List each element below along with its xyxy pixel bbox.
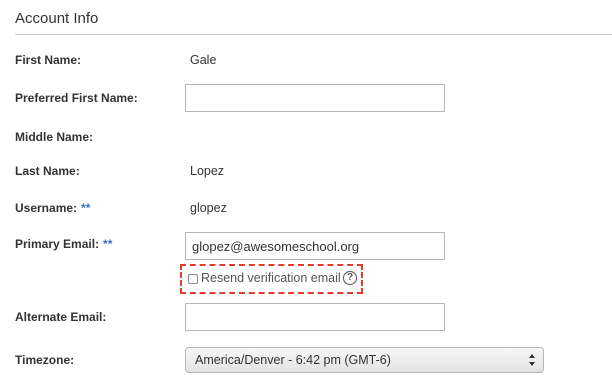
section-divider bbox=[15, 34, 612, 35]
first-name-value: Gale bbox=[190, 53, 217, 67]
preferred-first-name-label: Preferred First Name: bbox=[15, 91, 138, 105]
username-value: glopez bbox=[190, 201, 227, 215]
timezone-selected-value: America/Denver - 6:42 pm (GMT-6) bbox=[195, 353, 391, 367]
resend-verification-label[interactable]: Resend verification email bbox=[201, 271, 341, 285]
resend-verification-checkbox[interactable] bbox=[188, 274, 198, 284]
section-title: Account Info bbox=[15, 10, 99, 27]
timezone-select[interactable]: America/Denver - 6:42 pm (GMT-6) bbox=[185, 347, 544, 373]
primary-email-input[interactable] bbox=[185, 232, 445, 260]
account-info-form: Account Info First Name: Gale Preferred … bbox=[0, 0, 612, 387]
alternate-email-input[interactable] bbox=[185, 303, 445, 331]
primary-email-label: Primary Email: ** bbox=[15, 237, 112, 251]
preferred-first-name-input[interactable] bbox=[185, 84, 445, 112]
primary-email-label-text: Primary Email: bbox=[15, 237, 100, 251]
middle-name-label: Middle Name: bbox=[15, 130, 94, 144]
help-icon[interactable]: ? bbox=[343, 271, 357, 285]
username-label: Username: ** bbox=[15, 201, 90, 215]
last-name-label: Last Name: bbox=[15, 164, 80, 178]
first-name-label: First Name: bbox=[15, 53, 82, 67]
required-marker: ** bbox=[81, 201, 91, 215]
select-arrows-icon bbox=[529, 354, 535, 366]
last-name-value: Lopez bbox=[190, 164, 225, 178]
timezone-label: Timezone: bbox=[15, 353, 75, 367]
username-label-text: Username: bbox=[15, 201, 78, 215]
alternate-email-label: Alternate Email: bbox=[15, 310, 107, 324]
required-marker: ** bbox=[103, 237, 113, 251]
resend-verification-highlight: Resend verification email ? bbox=[180, 264, 363, 294]
